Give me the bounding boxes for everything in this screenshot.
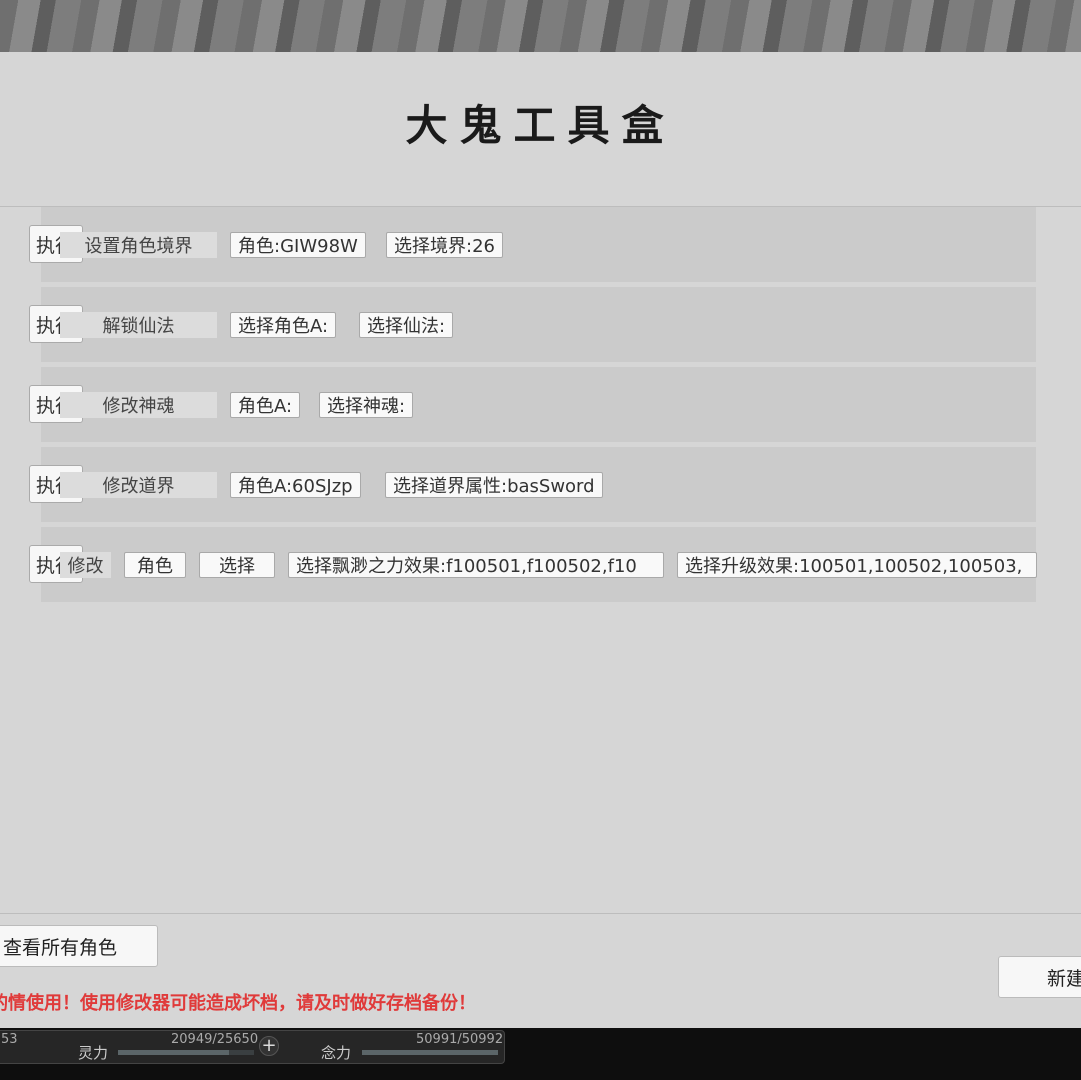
row-modify-effects: 执行 修改 角色 选择 选择飘渺之力效果:f100501,f100502,f10… bbox=[29, 527, 1037, 602]
row-label: 修改神魂 bbox=[60, 392, 217, 418]
character-select[interactable]: 角色A: bbox=[230, 392, 301, 418]
row-unlock-spell: 执行 解锁仙法 选择角色A: 选择仙法: bbox=[29, 287, 1036, 362]
realm-select[interactable]: 选择境界:26 bbox=[386, 232, 503, 258]
row-modify-soul: 执行 修改神魂 角色A: 选择神魂: bbox=[29, 367, 1036, 442]
footer-divider bbox=[0, 913, 1081, 914]
warning-text: 酌情使用！使用修改器可能造成坏档，请及时做好存档备份！ bbox=[0, 993, 476, 1014]
character-select[interactable]: 角色A:60SJzp bbox=[230, 472, 361, 498]
row-label: 解锁仙法 bbox=[60, 312, 217, 338]
row-modify-dao: 执行 修改道界 角色A:60SJzp 选择道界属性:basSword bbox=[29, 447, 1036, 522]
view-all-characters-button[interactable]: 查看所有角色 bbox=[0, 925, 158, 967]
new-button[interactable]: 新建 bbox=[998, 956, 1081, 998]
toolbox-panel: 大鬼工具盒 执行 设置角色境界 角色:GIW98W 选择境界:26 执行 解锁仙… bbox=[0, 52, 1081, 1028]
row-set-realm: 执行 设置角色境界 角色:GIW98W 选择境界:26 bbox=[29, 207, 1036, 282]
effect-select[interactable]: 选择飘渺之力效果:f100501,f100502,f10 bbox=[288, 552, 664, 578]
row-label: 修改 bbox=[60, 552, 111, 578]
character-select[interactable]: 角色 bbox=[124, 552, 186, 578]
character-select[interactable]: 选择角色A: bbox=[230, 312, 337, 338]
game-background bbox=[0, 0, 1081, 52]
page-title: 大鬼工具盒 bbox=[405, 101, 676, 150]
upgrade-effect-select[interactable]: 选择升级效果:100501,100502,100503, bbox=[677, 552, 1037, 578]
option-select[interactable]: 选择 bbox=[199, 552, 275, 578]
left-value: 53 bbox=[1, 1032, 18, 1047]
mind-label: 念力 bbox=[321, 1044, 352, 1062]
spirit-value: 20949/25650 bbox=[171, 1032, 259, 1047]
row-label: 设置角色境界 bbox=[60, 232, 217, 258]
spell-select[interactable]: 选择仙法: bbox=[359, 312, 454, 338]
spirit-label: 灵力 bbox=[78, 1044, 109, 1062]
mind-value: 50991/50992 bbox=[416, 1032, 504, 1047]
soul-select[interactable]: 选择神魂: bbox=[319, 392, 414, 418]
spirit-bar bbox=[118, 1050, 254, 1055]
add-icon[interactable]: + bbox=[259, 1036, 279, 1056]
row-label: 修改道界 bbox=[60, 472, 217, 498]
character-select[interactable]: 角色:GIW98W bbox=[230, 232, 366, 258]
mind-bar bbox=[362, 1050, 498, 1055]
status-hud: 53 灵力 20949/25650 + 念力 50991/50992 bbox=[0, 1030, 505, 1064]
dao-attribute-select[interactable]: 选择道界属性:basSword bbox=[385, 472, 603, 498]
